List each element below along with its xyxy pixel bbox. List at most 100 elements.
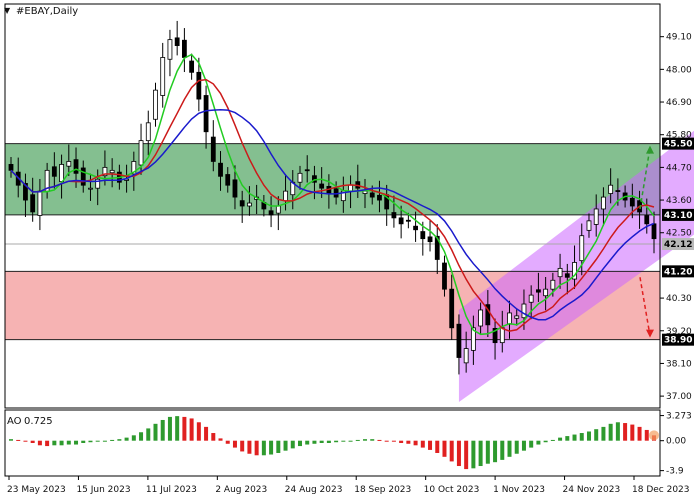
ao-bar — [74, 440, 79, 445]
candle-body — [174, 37, 180, 46]
ao-bar — [88, 440, 93, 443]
candle-body — [210, 136, 216, 162]
ao-bar — [326, 440, 331, 443]
ao-bar — [160, 419, 165, 441]
ao-bar — [420, 440, 425, 448]
ao-bar — [182, 416, 187, 441]
ao-bar — [399, 440, 404, 443]
candle-body — [543, 288, 549, 297]
ao-bar — [167, 416, 172, 441]
ao-bar — [449, 440, 454, 462]
ao-bar — [146, 428, 151, 441]
candle — [203, 85, 209, 149]
price-pane[interactable] — [4, 3, 694, 409]
ao-bar — [175, 416, 180, 441]
ao-bar — [348, 440, 353, 442]
ao-bar — [608, 423, 613, 441]
ao-bar — [81, 440, 86, 443]
candle-body — [88, 187, 93, 190]
ao-bar — [500, 440, 505, 460]
candle-body — [651, 223, 657, 240]
candle-body — [232, 179, 238, 198]
candle-body — [203, 95, 209, 133]
ao-bar — [493, 440, 498, 463]
ao-bar — [312, 440, 317, 444]
price-chart[interactable]: 49.1048.0046.9045.8044.7043.6042.5040.30… — [0, 0, 700, 500]
candle-body — [449, 288, 455, 329]
ao-bar — [124, 437, 129, 441]
ao-bar — [102, 440, 107, 442]
ao-last-marker — [649, 430, 659, 441]
candle-body — [377, 194, 382, 201]
ao-bar — [110, 439, 115, 441]
candle-body — [51, 166, 57, 177]
candle-body — [160, 57, 166, 96]
ao-bar — [247, 440, 252, 454]
candle — [434, 224, 440, 275]
candle-body — [615, 190, 621, 192]
ao-oscillator-pane[interactable] — [4, 409, 661, 477]
ao-bar — [623, 423, 628, 441]
ao-bar — [153, 423, 158, 441]
ao-bar — [442, 440, 447, 457]
candle-body — [369, 192, 375, 198]
candle-body — [463, 348, 469, 364]
ao-bar — [232, 440, 237, 448]
candle-body — [629, 197, 635, 207]
ao-bar — [644, 429, 649, 441]
resistance-zone — [5, 143, 660, 215]
candle-body — [283, 190, 288, 202]
ao-bar — [456, 440, 461, 467]
ao-bar — [45, 440, 50, 447]
ao-bar — [601, 426, 606, 441]
ao-bar — [66, 440, 71, 445]
candle-body — [145, 122, 151, 142]
date-tick-label: 1 Nov 2023 — [493, 485, 545, 495]
level-tag-label: 43.10 — [664, 211, 692, 221]
ao-bar — [485, 440, 490, 464]
candle-body — [550, 279, 556, 290]
level-tag-label: 45.50 — [664, 140, 692, 150]
ao-bar — [428, 440, 433, 450]
candle-body — [362, 190, 368, 194]
candle-body — [218, 162, 223, 177]
symbol-dropdown-icon[interactable]: ▼ — [4, 6, 11, 15]
candle-body — [153, 89, 158, 120]
candle-body — [608, 184, 614, 194]
candle-body — [456, 323, 462, 358]
candle-body — [80, 167, 86, 186]
candle-body — [391, 212, 397, 219]
candle — [413, 211, 418, 242]
candle-body — [66, 161, 72, 167]
candle — [160, 42, 166, 108]
ao-bar — [536, 440, 541, 445]
date-tick-label: 10 Oct 2023 — [424, 485, 480, 495]
ao-bar — [297, 440, 302, 447]
ao-bar — [254, 440, 259, 456]
candle-body — [297, 172, 303, 183]
candle-body — [521, 303, 527, 319]
candle-body — [514, 315, 520, 319]
ao-bar — [211, 433, 216, 441]
level-tag-label: 38.90 — [664, 336, 692, 346]
ao-bar — [59, 440, 64, 446]
ao-tick-label: 3.273 — [666, 412, 692, 422]
candle-body — [167, 39, 173, 60]
ao-bar — [478, 440, 483, 467]
ao-bar — [391, 440, 396, 442]
ao-bar — [334, 440, 339, 443]
candle-body — [189, 60, 195, 73]
ao-bar — [16, 439, 21, 441]
level-tag-label: 41.20 — [664, 267, 692, 277]
candle-body — [225, 174, 231, 186]
candle-body — [247, 202, 252, 207]
ao-bar — [594, 429, 599, 441]
candle — [189, 53, 195, 80]
date-tick-label: 18 Dec 2023 — [632, 485, 690, 495]
ao-name-label: AO — [7, 416, 22, 427]
price-tick-label: 43.60 — [666, 196, 692, 206]
ao-pane-border — [4, 409, 661, 477]
ao-bar — [471, 440, 476, 469]
candle — [153, 82, 158, 127]
ao-bar — [117, 439, 122, 441]
